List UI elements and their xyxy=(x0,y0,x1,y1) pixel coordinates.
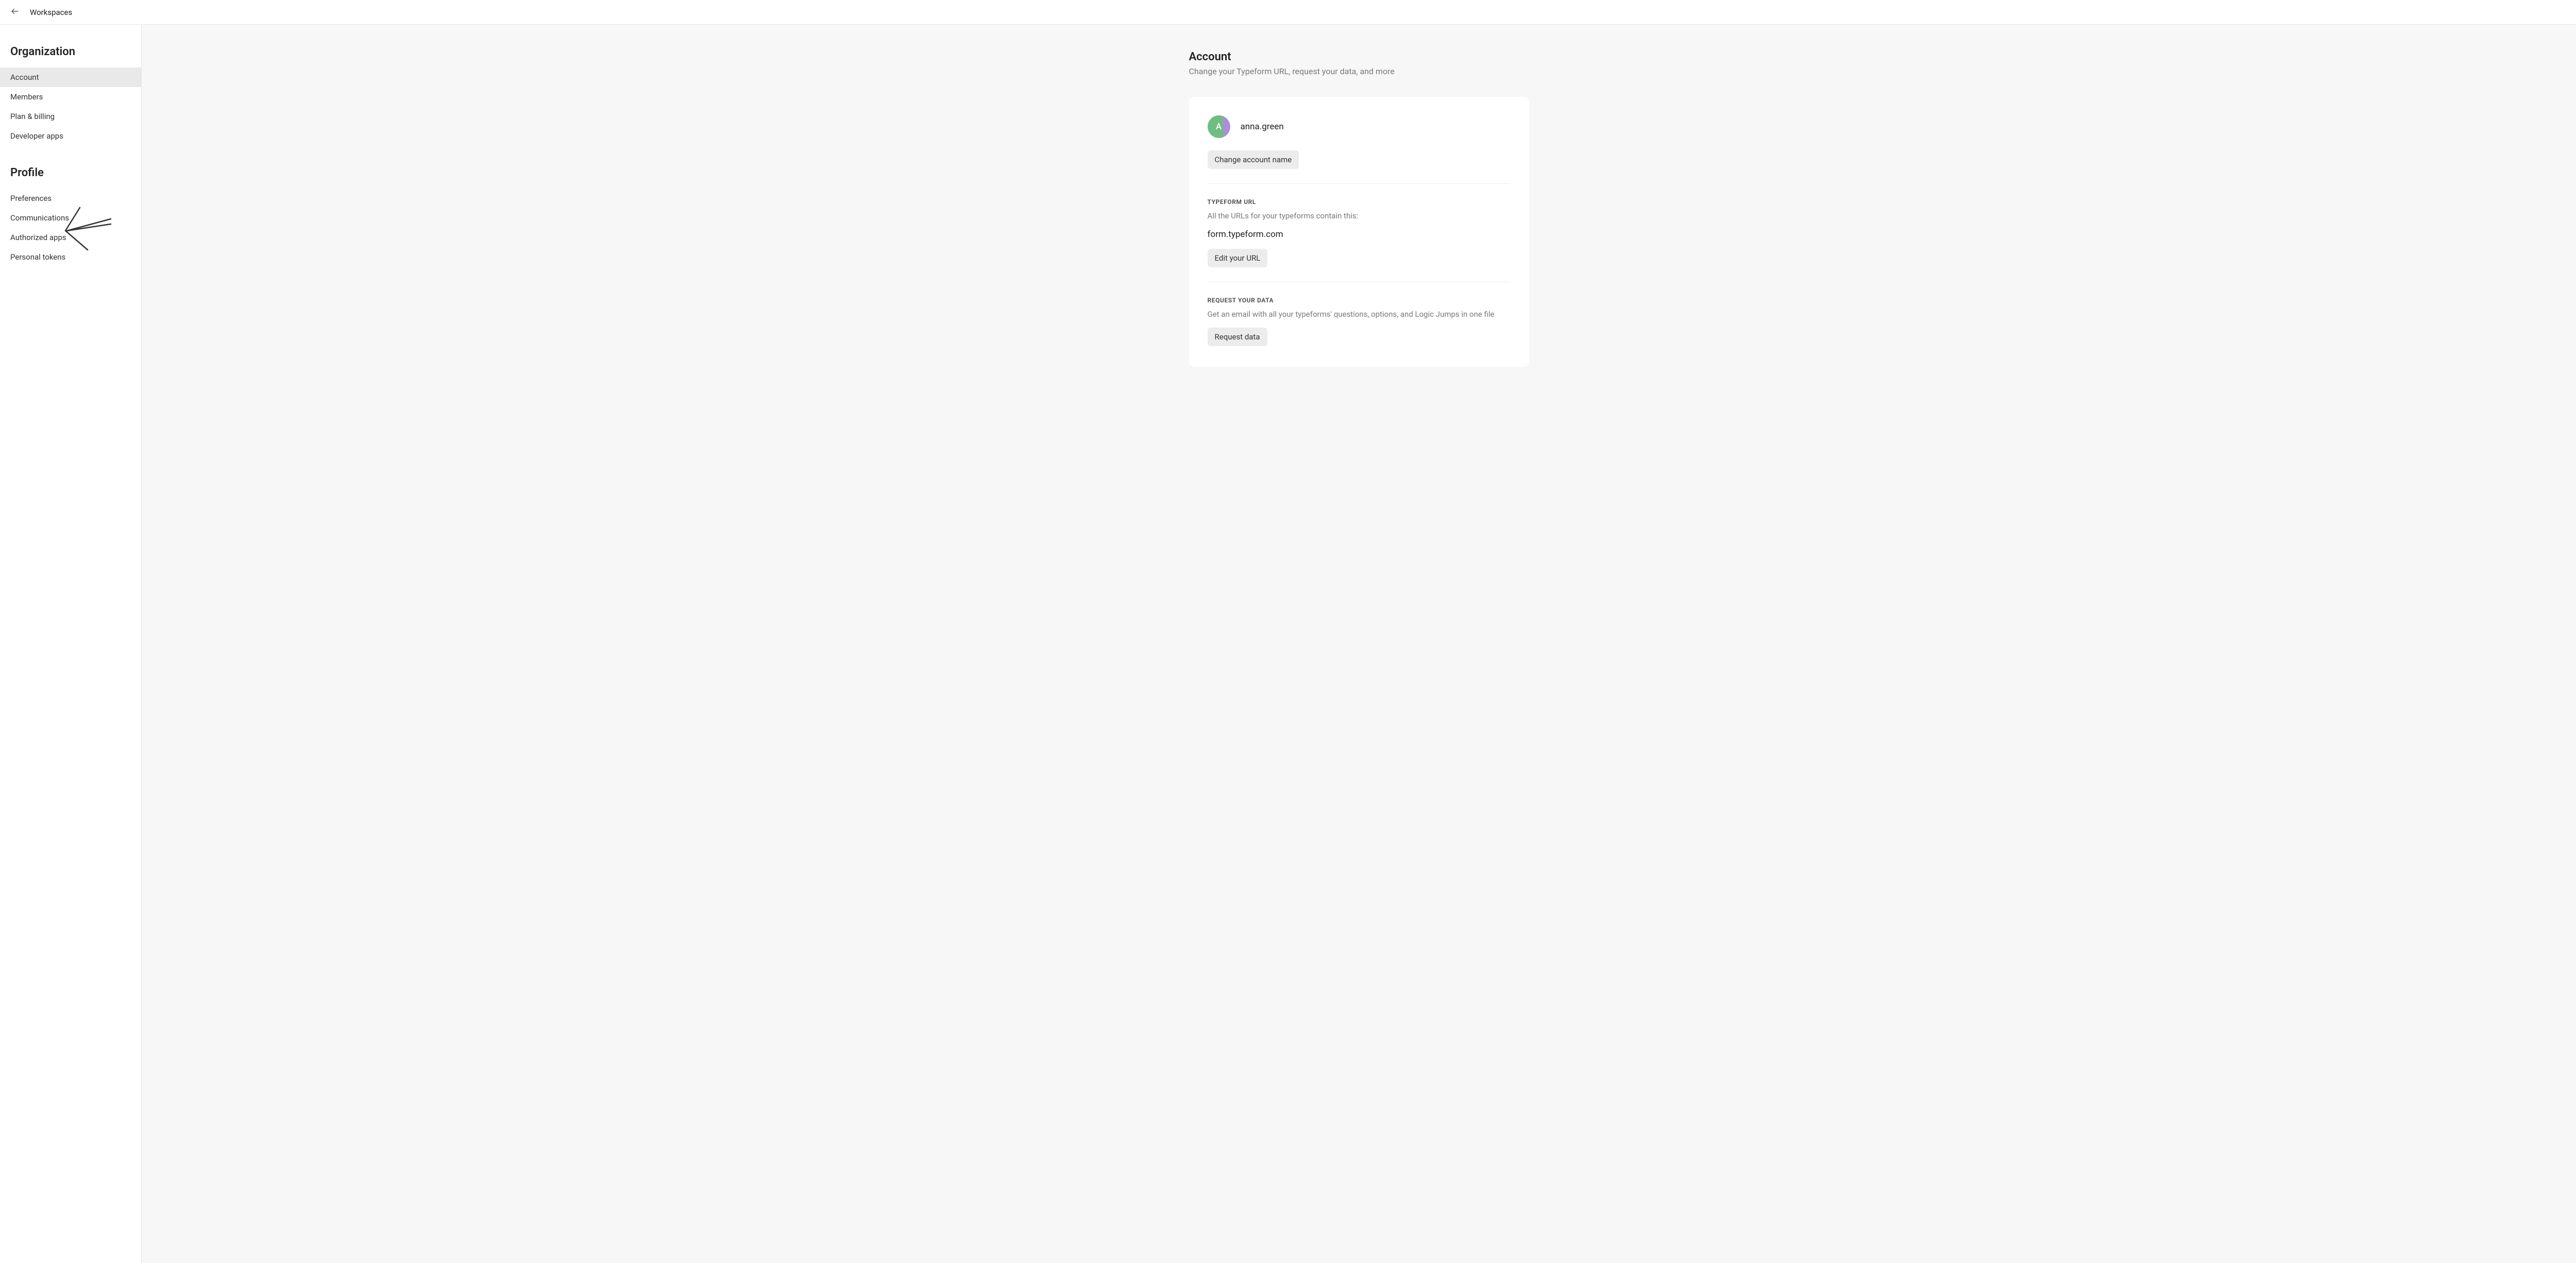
account-username: anna.green xyxy=(1241,122,1284,132)
sidebar-group-profile: Profile xyxy=(0,166,141,189)
breadcrumb[interactable]: Workspaces xyxy=(30,8,72,17)
sidebar-item-preferences[interactable]: Preferences xyxy=(0,189,141,208)
typeform-url-label: TYPEFORM URL xyxy=(1208,198,1511,206)
sidebar-item-developer-apps[interactable]: Developer apps xyxy=(0,126,141,146)
edit-url-button[interactable]: Edit your URL xyxy=(1208,249,1268,267)
sidebar-item-authorized-apps[interactable]: Authorized apps xyxy=(0,228,141,247)
request-data-desc: Get an email with all your typeforms' qu… xyxy=(1208,309,1511,320)
page-subtitle: Change your Typeform URL, request your d… xyxy=(1189,66,1529,76)
sidebar-item-members[interactable]: Members xyxy=(0,87,141,107)
avatar: A xyxy=(1208,115,1230,138)
request-data-button[interactable]: Request data xyxy=(1208,328,1267,346)
avatar-letter: A xyxy=(1208,115,1230,138)
sidebar-group-organization: Organization xyxy=(0,45,141,67)
change-account-name-button[interactable]: Change account name xyxy=(1208,150,1299,169)
divider xyxy=(1208,183,1511,184)
sidebar-item-communications[interactable]: Communications xyxy=(0,208,141,228)
typeform-url-value: form.typeform.com xyxy=(1208,229,1511,240)
main-area: Account Change your Typeform URL, reques… xyxy=(142,25,2576,1263)
top-bar: Workspaces xyxy=(0,0,2576,25)
sidebar-item-plan-billing[interactable]: Plan & billing xyxy=(0,107,141,126)
typeform-url-desc: All the URLs for your typeforms contain … xyxy=(1208,211,1511,222)
sidebar: Organization Account Members Plan & bill… xyxy=(0,25,142,1263)
account-card: A anna.green Change account name TYPEFOR… xyxy=(1189,97,1529,367)
sidebar-item-personal-tokens[interactable]: Personal tokens xyxy=(0,247,141,267)
sidebar-item-account[interactable]: Account xyxy=(0,67,141,87)
page-title: Account xyxy=(1189,50,1529,63)
request-data-label: REQUEST YOUR DATA xyxy=(1208,297,1511,304)
back-icon[interactable] xyxy=(10,7,20,18)
